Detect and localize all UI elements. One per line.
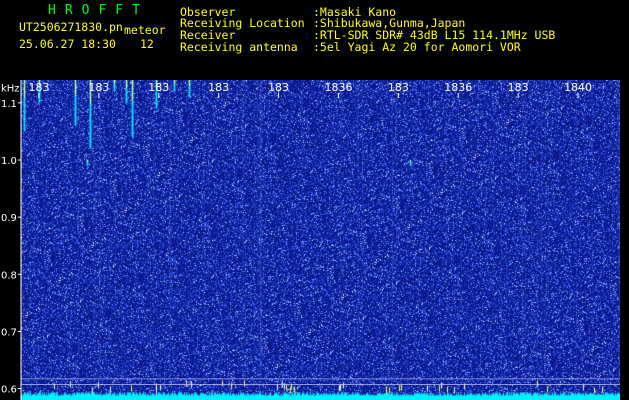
app-title: HROFFT xyxy=(48,3,149,18)
datetime-label: 25.06.27 18:30 xyxy=(19,37,116,51)
x-tick-label-0: 183 xyxy=(28,81,49,94)
x-tick-label-7: 1836 xyxy=(444,81,472,94)
header-panel: HROFFT UT2506271830.pn meteor 25.06.27 1… xyxy=(0,0,629,80)
spectrogram-axes: kHz 1.1 1.0 0.9 0.8 0.7 0.6 183 183 183 183 183 1836… xyxy=(1,80,620,400)
y-tick-label-0: 1.1 xyxy=(1,99,17,110)
y-tick-label-1: 1.0 xyxy=(1,156,17,167)
mode-label: meteor xyxy=(124,23,166,37)
antenna-value: :5el Yagi Az 20 for Aomori VOR xyxy=(313,40,521,54)
y-tick-label-5: 0.6 xyxy=(1,385,17,396)
x-tick-label-1: 183 xyxy=(88,81,109,94)
filename-label: UT2506271830.pn xyxy=(19,20,123,34)
x-tick-label-9: 1840 xyxy=(564,81,592,94)
y-tick-label-3: 0.8 xyxy=(1,270,17,281)
y-tick-label-2: 0.9 xyxy=(1,213,17,224)
antenna-label: Receiving antenna xyxy=(180,40,298,54)
y-unit-label: kHz xyxy=(1,83,20,94)
x-tick-label-4: 183 xyxy=(268,81,289,94)
y-tick-label-4: 0.7 xyxy=(1,327,17,338)
x-tick-label-6: 183 xyxy=(388,81,409,94)
x-tick-label-2: 183 xyxy=(148,81,169,94)
x-tick-label-5: 1836 xyxy=(324,81,352,94)
spectrogram-panel: kHz 1.1 1.0 0.9 0.8 0.7 0.6 183 183 183 183 183 1836… xyxy=(0,80,629,400)
x-tick-label-3: 183 xyxy=(208,81,229,94)
x-tick-label-8: 183 xyxy=(508,81,529,94)
count-label: 12 xyxy=(140,37,154,51)
